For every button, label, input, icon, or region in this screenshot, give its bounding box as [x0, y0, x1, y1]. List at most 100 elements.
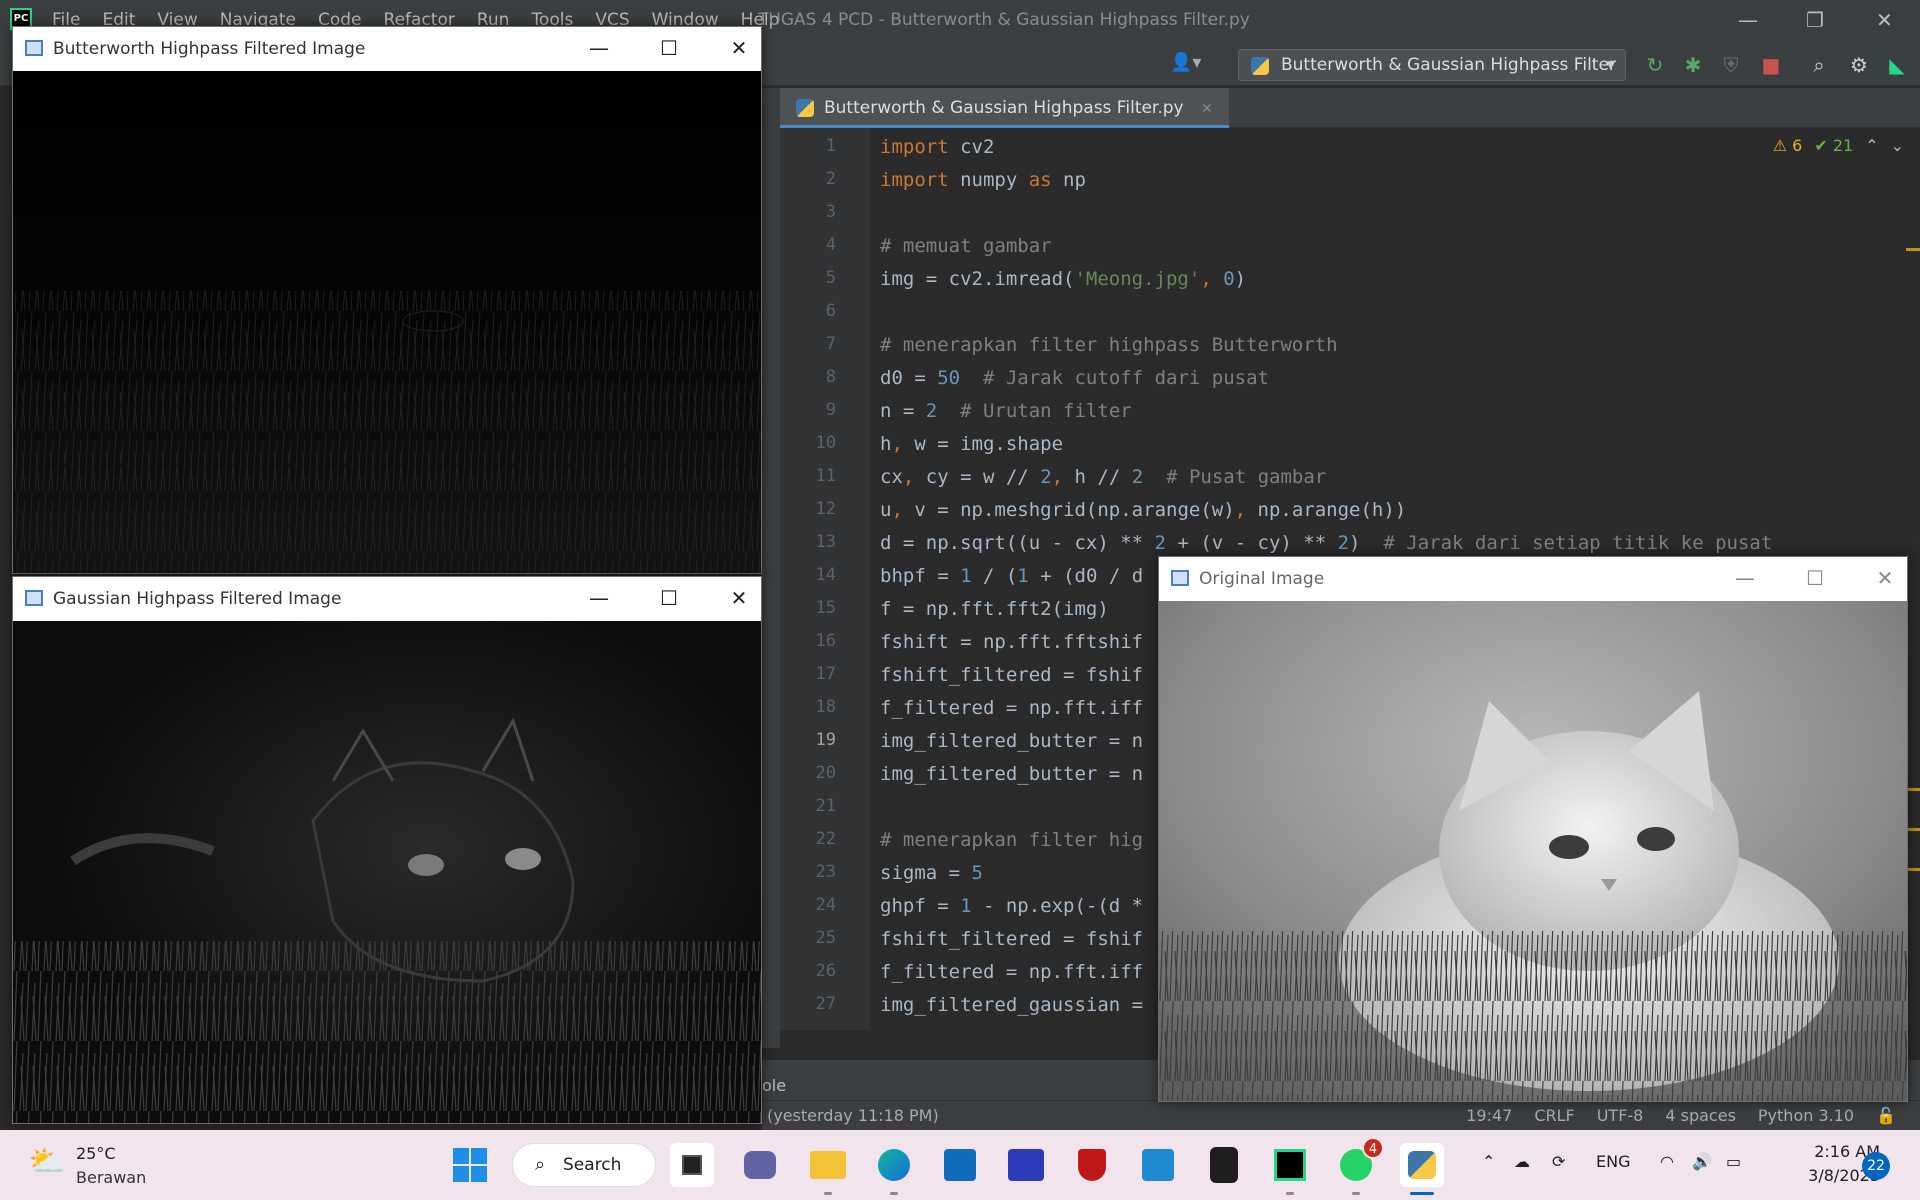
input-language[interactable]: ENG: [1596, 1152, 1630, 1171]
close-icon[interactable]: ✕: [719, 583, 759, 613]
code-line[interactable]: ghpf = 1 - np.exp(-(d *: [880, 895, 1143, 917]
scroll-marker: [1906, 788, 1920, 791]
line-number: 2: [825, 169, 836, 189]
weather-condition: Berawan: [76, 1168, 147, 1187]
weather-temperature: 25°C: [76, 1144, 116, 1163]
code-line[interactable]: fshift = np.fft.fftshif: [880, 631, 1143, 653]
python-icon[interactable]: [1400, 1143, 1444, 1195]
butterworth-image-content: [13, 71, 761, 573]
search-icon[interactable]: ⌕: [1806, 52, 1832, 78]
edge-browser-icon[interactable]: [872, 1143, 916, 1195]
stop-icon[interactable]: ■: [1758, 52, 1784, 78]
code-line[interactable]: d0 = 50 # Jarak cutoff dari pusat: [880, 367, 1269, 389]
code-line[interactable]: n = 2 # Urutan filter: [880, 400, 1132, 422]
mcafee-icon[interactable]: [1070, 1143, 1114, 1187]
code-line[interactable]: # menerapkan filter highpass Butterworth: [880, 334, 1338, 356]
sync-icon[interactable]: ⟳: [1552, 1152, 1565, 1171]
line-number: 13: [815, 532, 836, 552]
butterworth-window[interactable]: Butterworth Highpass Filtered Image — ☐ …: [12, 26, 762, 574]
microsoft-store-icon[interactable]: [938, 1143, 982, 1187]
original-titlebar[interactable]: Original Image — ☐ ✕: [1159, 557, 1907, 601]
scroll-marker: [1906, 868, 1920, 871]
code-line[interactable]: f = np.fft.fft2(img): [880, 598, 1109, 620]
app-icon-blue[interactable]: [1004, 1143, 1048, 1187]
prev-highlight-icon[interactable]: ⌃: [1865, 136, 1878, 155]
close-icon[interactable]: ✕: [1865, 563, 1905, 593]
code-line[interactable]: bhpf = 1 / (1 + (d0 / d: [880, 565, 1143, 587]
minimize-icon[interactable]: —: [579, 33, 619, 63]
wifi-icon[interactable]: ◠: [1660, 1152, 1674, 1171]
original-image-window[interactable]: Original Image — ☐ ✕: [1158, 556, 1908, 1102]
maximize-icon[interactable]: ☐: [649, 33, 689, 63]
editor-tab-active[interactable]: Butterworth & Gaussian Highpass Filter.p…: [780, 88, 1229, 128]
code-line[interactable]: import cv2: [880, 136, 994, 158]
gaussian-titlebar[interactable]: Gaussian Highpass Filtered Image — ☐ ✕: [13, 577, 761, 621]
code-line[interactable]: img_filtered_butter = n: [880, 763, 1143, 785]
ide-restore-icon[interactable]: ❐: [1806, 8, 1824, 32]
notification-badge[interactable]: 22: [1862, 1152, 1890, 1180]
code-with-me-icon[interactable]: ◣: [1884, 52, 1910, 78]
code-line[interactable]: sigma = 5: [880, 862, 983, 884]
minimize-icon[interactable]: —: [1725, 563, 1765, 593]
whatsapp-icon[interactable]: 4: [1334, 1137, 1384, 1195]
code-line[interactable]: d = np.sqrt((u - cx) ** 2 + (v - cy) ** …: [880, 532, 1772, 554]
line-separator[interactable]: CRLF: [1534, 1106, 1574, 1125]
code-line[interactable]: # menerapkan filter hig: [880, 829, 1143, 851]
console-tab-label[interactable]: ole: [762, 1076, 786, 1095]
taskbar-search[interactable]: ⌕ Search: [512, 1143, 656, 1187]
code-line[interactable]: h, w = img.shape: [880, 433, 1063, 455]
gaussian-window[interactable]: Gaussian Highpass Filtered Image — ☐ ✕: [12, 576, 762, 1124]
pycharm-icon[interactable]: [1268, 1143, 1312, 1195]
scroll-marker: [1906, 248, 1920, 251]
inspection-widget[interactable]: ⚠ 6 ✔ 21 ⌃ ⌄: [1773, 136, 1904, 155]
close-tab-icon[interactable]: ✕: [1201, 101, 1213, 117]
line-number: 6: [825, 301, 836, 321]
user-menu-icon[interactable]: 👤▾: [1170, 52, 1201, 73]
code-line[interactable]: fshift_filtered = fshif: [880, 928, 1143, 950]
line-number: 11: [815, 466, 836, 486]
chevron-up-icon[interactable]: ⌃: [1482, 1152, 1495, 1171]
lock-icon[interactable]: 🔓: [1876, 1106, 1896, 1125]
code-line[interactable]: f_filtered = np.fft.iff: [880, 961, 1143, 983]
maximize-icon[interactable]: ☐: [1795, 563, 1835, 593]
file-encoding[interactable]: UTF-8: [1597, 1106, 1644, 1125]
task-view-icon[interactable]: [670, 1143, 714, 1187]
maximize-icon[interactable]: ☐: [649, 583, 689, 613]
battery-icon[interactable]: ▭: [1726, 1152, 1741, 1171]
ide-window-title: TUGAS 4 PCD - Butterworth & Gaussian Hig…: [758, 10, 1250, 30]
code-line[interactable]: cx, cy = w // 2, h // 2 # Pusat gambar: [880, 466, 1326, 488]
code-line[interactable]: u, v = np.meshgrid(np.arange(w), np.aran…: [880, 499, 1406, 521]
ok-count: ✔ 21: [1814, 136, 1854, 155]
teams-chat-icon[interactable]: [738, 1143, 782, 1187]
line-number: 24: [815, 895, 836, 915]
debug-icon[interactable]: ✱: [1680, 52, 1706, 78]
code-line[interactable]: img = cv2.imread('Meong.jpg', 0): [880, 268, 1246, 290]
next-highlight-icon[interactable]: ⌄: [1891, 136, 1904, 155]
gear-icon[interactable]: ⚙: [1846, 52, 1872, 78]
code-line[interactable]: img_filtered_gaussian =: [880, 994, 1143, 1016]
code-line[interactable]: import numpy as np: [880, 169, 1086, 191]
butterworth-titlebar[interactable]: Butterworth Highpass Filtered Image — ☐ …: [13, 27, 761, 71]
line-number: 8: [825, 367, 836, 387]
line-number: 4: [825, 235, 836, 255]
coverage-icon[interactable]: ⛨: [1718, 52, 1744, 78]
start-button[interactable]: [452, 1147, 488, 1183]
indent-setting[interactable]: 4 spaces: [1665, 1106, 1736, 1125]
code-line[interactable]: f_filtered = np.fft.iff: [880, 697, 1143, 719]
ide-minimize-icon[interactable]: —: [1738, 8, 1758, 32]
file-explorer-icon[interactable]: [806, 1143, 850, 1195]
ide-close-icon[interactable]: ✕: [1876, 8, 1893, 32]
vscode-icon[interactable]: [1136, 1143, 1180, 1187]
caret-position[interactable]: 19:47: [1466, 1106, 1512, 1125]
figma-icon[interactable]: [1202, 1143, 1246, 1187]
minimize-icon[interactable]: —: [579, 583, 619, 613]
onedrive-error-icon[interactable]: ☁: [1514, 1152, 1530, 1171]
code-line[interactable]: # memuat gambar: [880, 235, 1052, 257]
python-interpreter[interactable]: Python 3.10: [1758, 1106, 1854, 1125]
rerun-icon[interactable]: ↻: [1642, 52, 1668, 78]
code-line[interactable]: img_filtered_butter = n: [880, 730, 1143, 752]
close-icon[interactable]: ✕: [719, 33, 759, 63]
run-configuration-select[interactable]: Butterworth & Gaussian Highpass Filter ▾: [1238, 49, 1626, 81]
code-line[interactable]: fshift_filtered = fshif: [880, 664, 1143, 686]
volume-icon[interactable]: 🔊: [1692, 1152, 1712, 1171]
